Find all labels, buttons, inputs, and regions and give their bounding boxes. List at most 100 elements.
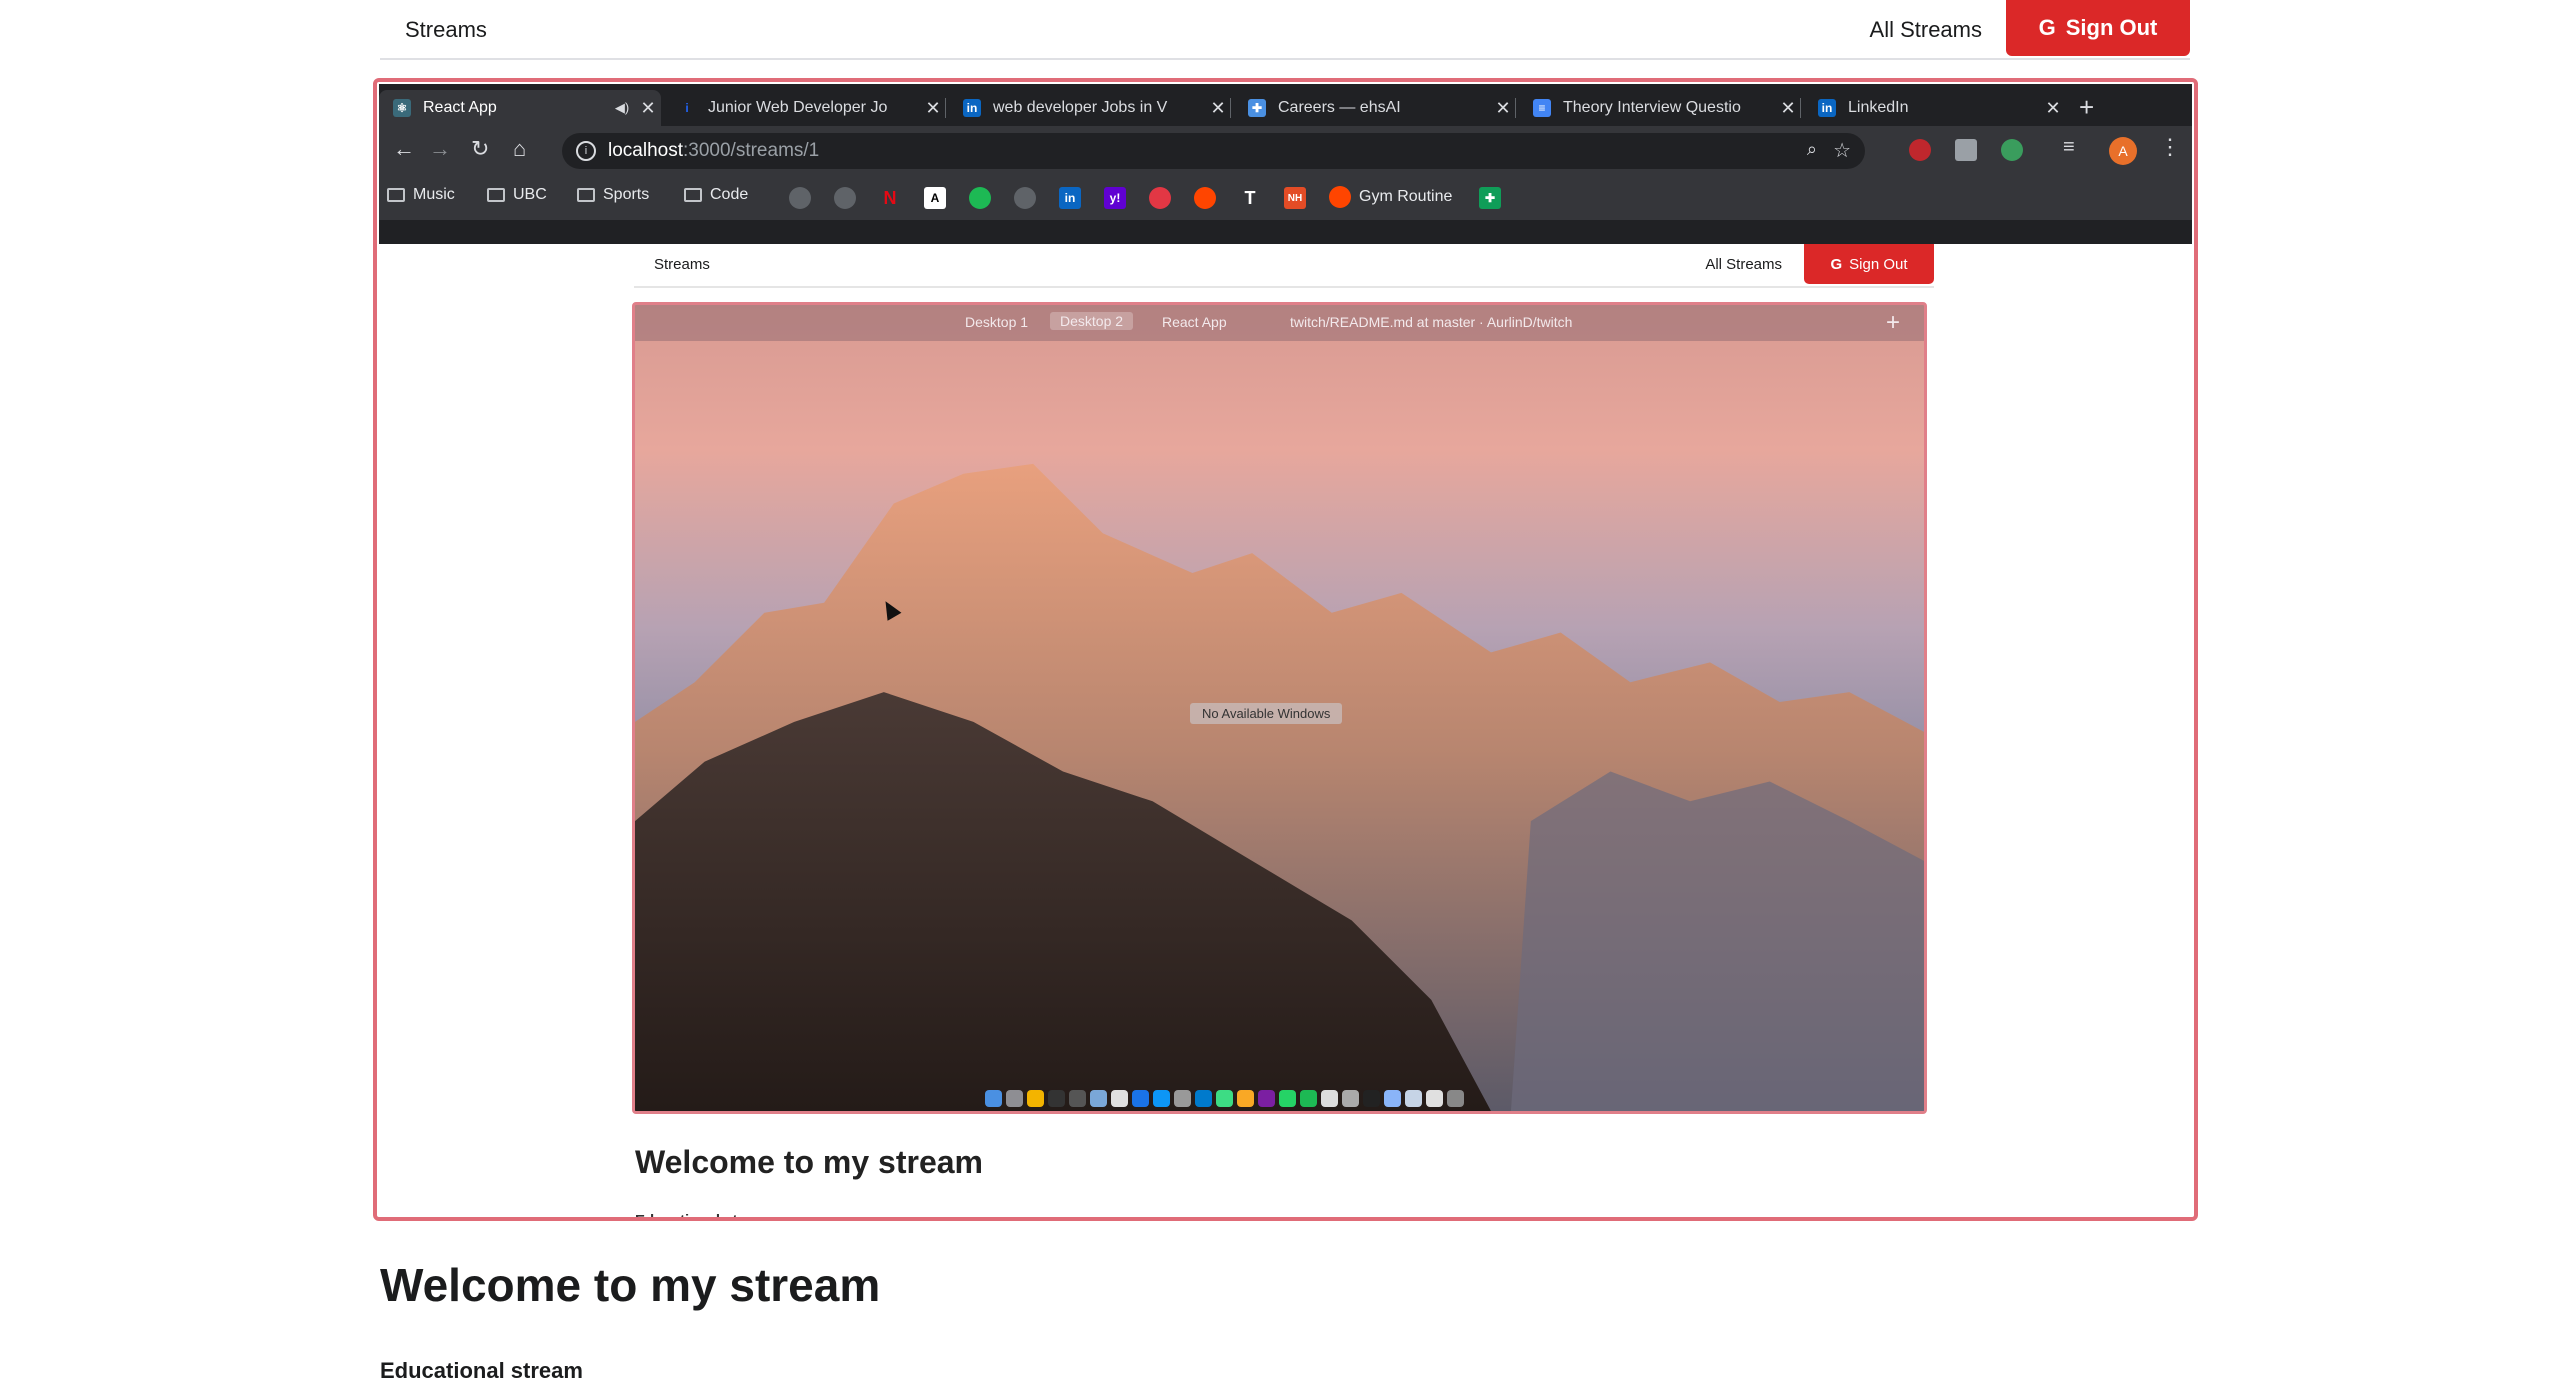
media-control-icon[interactable]: ≡ — [2063, 136, 2075, 159]
all-streams-link[interactable]: All Streams — [1870, 17, 1982, 43]
reload-icon[interactable]: ↻ — [471, 136, 489, 162]
tab-title: React App — [423, 99, 497, 116]
nhl-icon[interactable]: NH — [1284, 187, 1306, 209]
globe-icon[interactable] — [834, 187, 856, 209]
ublock-extension-icon[interactable] — [1909, 139, 1931, 161]
add-desktop-icon: + — [1885, 309, 1900, 336]
more-menu-icon[interactable]: ⋮ — [2159, 134, 2181, 160]
app-icon — [1342, 1089, 1359, 1107]
bookmarks-bar: Music UBC Sports Code N A in y! T NH Gym… — [379, 176, 2192, 220]
bookmark-label: Music — [413, 186, 455, 203]
stream-description: Educational stream — [380, 1358, 583, 1383]
browser-tab-careers[interactable]: ✚ Careers — ehsAI ✕ — [1234, 90, 1516, 126]
netflix-icon[interactable]: N — [879, 187, 901, 209]
extension-icon[interactable] — [1149, 187, 1171, 209]
inner-sign-out-button[interactable]: G Sign Out — [1804, 244, 1934, 284]
bookmark-star-icon[interactable]: ☆ — [1833, 138, 1851, 163]
trash-icon — [1447, 1089, 1464, 1107]
finder-icon — [985, 1089, 1002, 1107]
browser-toolbar: ← → ↻ ⌂ i localhost:3000/streams/1 ⌕ ☆ ≡… — [379, 126, 2192, 176]
close-icon[interactable]: ✕ — [1490, 98, 1516, 119]
whatsapp-icon — [1279, 1089, 1296, 1107]
bookmark-folder-code[interactable]: Code — [684, 186, 748, 204]
close-icon[interactable]: ✕ — [635, 98, 661, 119]
home-icon[interactable]: ⌂ — [513, 136, 526, 162]
folder-icon — [577, 188, 595, 202]
browser-tab-react-app[interactable]: ⚛ React App ◀) ✕ — [379, 90, 661, 126]
inner-stream-title: Welcome to my stream — [635, 1144, 983, 1180]
browser-tab-linkedin[interactable]: in LinkedIn ✕ — [1804, 90, 2066, 126]
docs-icon: ≡ — [1533, 99, 1551, 117]
bookmark-folder-ubc[interactable]: UBC — [487, 186, 547, 204]
github-icon[interactable] — [1014, 187, 1036, 209]
bookmark-gym-routine[interactable]: Gym Routine — [1329, 186, 1452, 208]
forward-arrow-icon[interactable]: → — [429, 136, 451, 162]
profile-avatar[interactable]: A — [2109, 137, 2137, 165]
tab-separator — [1800, 98, 1801, 118]
close-icon[interactable]: ✕ — [1205, 98, 1231, 119]
a-icon[interactable]: A — [924, 187, 946, 209]
inner-menu: Streams All Streams G Sign Out — [634, 244, 1934, 288]
tab-title: web developer Jobs in V — [993, 99, 1168, 116]
yahoo-icon[interactable]: y! — [1104, 187, 1126, 209]
inner-all-streams-link[interactable]: All Streams — [1705, 256, 1782, 273]
linkedin-icon: in — [963, 99, 981, 117]
tab-separator — [1230, 98, 1231, 118]
inner-streams-link[interactable]: Streams — [654, 256, 710, 273]
close-icon[interactable]: ✕ — [1775, 98, 1801, 119]
no-windows-label: No Available Windows — [1190, 703, 1343, 724]
tab-separator — [945, 98, 946, 118]
top-menu: Streams All Streams G Sign Out — [380, 0, 2190, 60]
back-arrow-icon[interactable]: ← — [393, 136, 415, 162]
chat-extension-icon[interactable] — [1955, 139, 1977, 161]
folder-icon — [1405, 1089, 1422, 1107]
sign-out-button[interactable]: G Sign Out — [2006, 0, 2190, 56]
bookmark-folder-sports[interactable]: Sports — [577, 186, 649, 204]
linkedin-icon: in — [1818, 99, 1836, 117]
bookmark-label: Gym Routine — [1359, 188, 1453, 205]
spotify-icon — [1300, 1089, 1317, 1107]
close-icon[interactable]: ✕ — [920, 98, 946, 119]
app-icon — [1069, 1089, 1086, 1107]
folder-icon — [684, 188, 702, 202]
bookmark-label: Sports — [603, 186, 650, 203]
linkedin-icon[interactable]: in — [1059, 187, 1081, 209]
puzzle-icon: ✚ — [1248, 99, 1266, 117]
bookmark-label: Code — [710, 186, 749, 203]
browser-tab-theory-questions[interactable]: ≡ Theory Interview Questio ✕ — [1519, 90, 1801, 126]
desktop-1-tab: Desktop 1 — [965, 314, 1029, 330]
obs-icon — [1363, 1089, 1380, 1107]
browser-tab-indeed[interactable]: i Junior Web Developer Jo ✕ — [664, 90, 946, 126]
app-icon — [1237, 1089, 1254, 1107]
inner-page: Streams All Streams G Sign Out Desktop 1… — [379, 244, 2192, 1217]
new-tab-icon[interactable]: + — [2079, 92, 2094, 123]
info-icon: i — [576, 141, 596, 161]
sheets-icon[interactable]: ✚ — [1479, 187, 1501, 209]
tab-title: Theory Interview Questio — [1563, 99, 1741, 116]
folder-icon — [487, 188, 505, 202]
close-icon[interactable]: ✕ — [2040, 98, 2066, 119]
stream-title: Welcome to my stream — [380, 1259, 881, 1311]
extension-icon[interactable] — [2001, 139, 2023, 161]
spotify-icon[interactable] — [969, 187, 991, 209]
folder-icon — [1426, 1089, 1443, 1107]
globe-icon[interactable] — [789, 187, 811, 209]
screen-share-video[interactable]: Desktop 1 Desktop 2 React App twitch/REA… — [632, 302, 1927, 1114]
google-icon: G — [1830, 255, 1843, 273]
browser-tab-linkedin-jobs[interactable]: in web developer Jobs in V ✕ — [949, 90, 1231, 126]
browser-tab-strip: ⚛ React App ◀) ✕ i Junior Web Developer … — [379, 84, 2192, 126]
app-icon — [1174, 1089, 1191, 1107]
streams-brand-link[interactable]: Streams — [405, 17, 487, 43]
reddit-icon — [1329, 186, 1351, 208]
launchpad-icon — [1006, 1089, 1023, 1107]
stream-video-frame[interactable]: ⚛ React App ◀) ✕ i Junior Web Developer … — [373, 78, 2198, 1221]
t-icon[interactable]: T — [1239, 187, 1261, 209]
address-bar[interactable]: i localhost:3000/streams/1 ⌕ ☆ — [562, 133, 1865, 169]
readme-tab: twitch/README.md at master · AurlinD/twi… — [1290, 314, 1573, 330]
chrome-icon — [1027, 1089, 1044, 1107]
bookmark-folder-music[interactable]: Music — [387, 186, 455, 204]
reddit-icon[interactable] — [1194, 187, 1216, 209]
zoom-icon[interactable]: ⌕ — [1807, 139, 1817, 160]
bookmark-label: UBC — [513, 186, 547, 203]
audio-icon: ◀) — [614, 100, 630, 115]
